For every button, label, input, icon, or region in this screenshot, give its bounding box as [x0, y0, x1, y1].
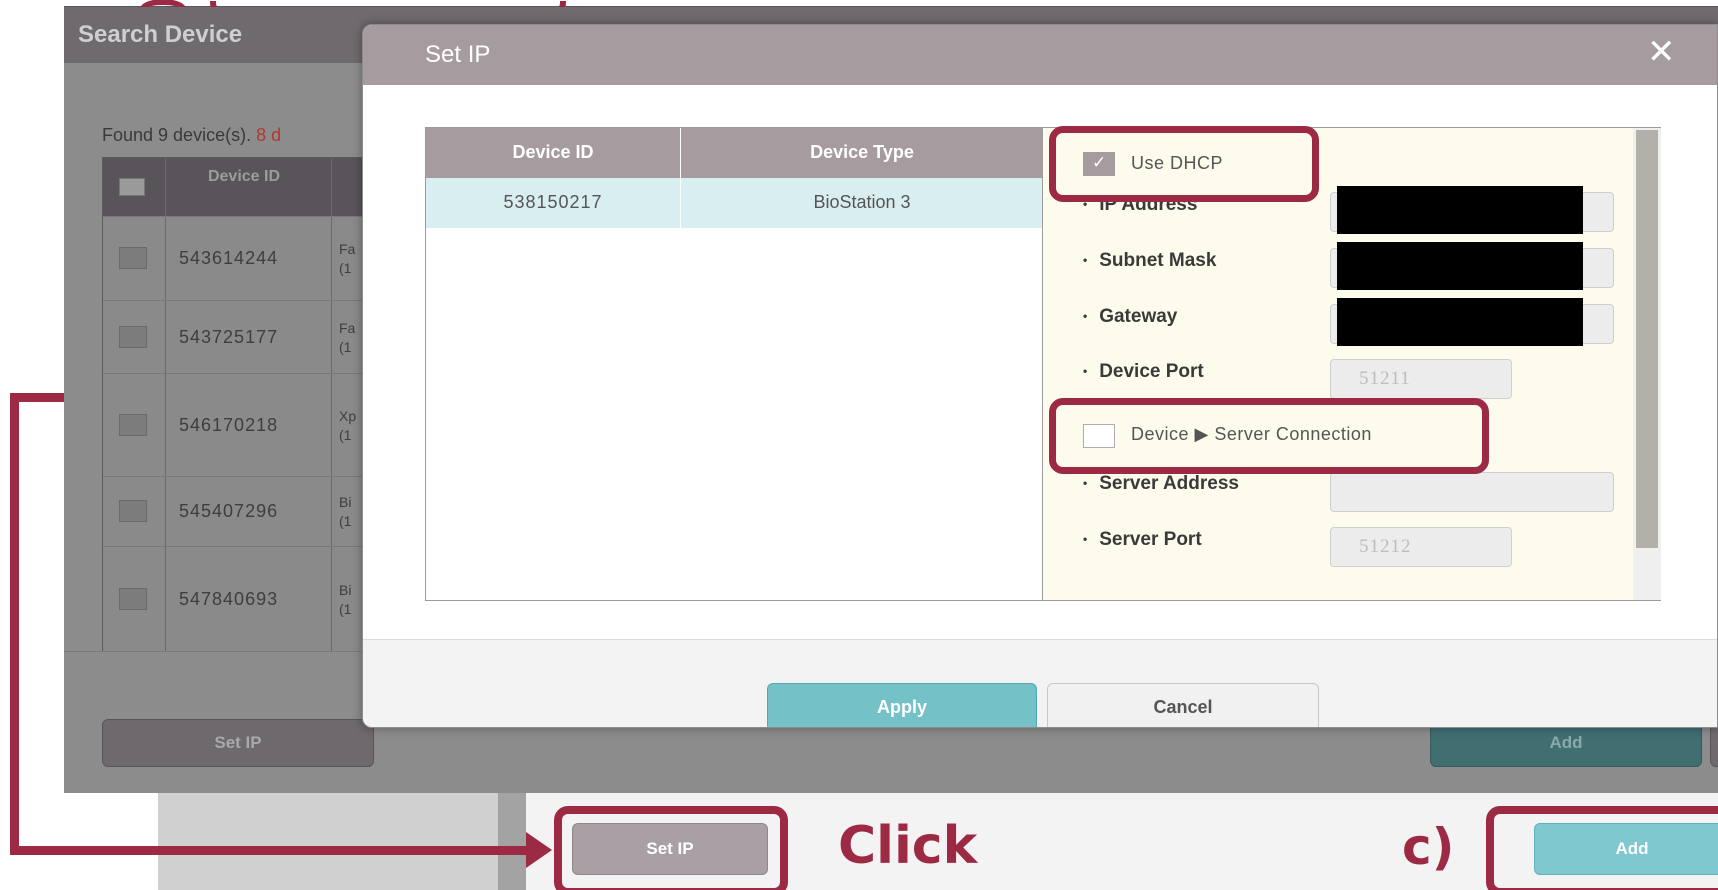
device-id-cell: 546170218: [179, 414, 279, 435]
set-ip-button-background[interactable]: Set IP: [102, 719, 374, 767]
set-ip-callout-highlight: [554, 806, 788, 890]
select-all-checkbox[interactable]: [119, 178, 145, 196]
connector-line-bottom: [10, 846, 530, 855]
table-row[interactable]: 546170218 Xp (1: [103, 373, 401, 476]
device-port-label: Device Port: [1083, 361, 1204, 383]
network-settings-panel: Use DHCP IP Address Subnet Mask Gateway …: [1043, 126, 1633, 600]
set-ip-modal: Set IP ✕ Device ID Device Type 538150217…: [362, 24, 1718, 728]
row-checkbox[interactable]: [119, 588, 147, 610]
row-checkbox[interactable]: [119, 500, 147, 522]
modal-header: Set IP ✕: [363, 25, 1717, 85]
search-device-title: Search Device: [78, 21, 243, 48]
table-row[interactable]: 545407296 Bi (1: [103, 476, 401, 546]
redaction-block: [1337, 186, 1583, 234]
device-table-header: Device ID: [103, 158, 401, 216]
table-row[interactable]: 543614244 Fa (1: [103, 216, 401, 300]
gateway-label: Gateway: [1083, 306, 1177, 328]
modal-body: Device ID Device Type 538150217 BioStati…: [425, 126, 1661, 601]
device-port-input[interactable]: 51211: [1330, 359, 1512, 399]
row-checkbox[interactable]: [119, 413, 147, 436]
scrollbar-thumb[interactable]: [1636, 130, 1658, 548]
device-id-cell: 545407296: [179, 501, 279, 521]
device-type-cell: Bi (1: [339, 582, 352, 617]
modal-table-header: Device ID Device Type: [426, 128, 1042, 178]
device-id-cell: 543614244: [179, 248, 279, 268]
table-row[interactable]: 547840693 Bi (1: [103, 546, 401, 652]
close-icon[interactable]: ✕: [1647, 35, 1676, 69]
device-list-table: Device ID 543614244 Fa (1 543725177 Fa (1 54…: [102, 157, 402, 698]
step-label-annotation: c): [1402, 818, 1455, 876]
device-id-cell: 538150217: [503, 192, 603, 212]
row-checkbox[interactable]: [119, 247, 147, 269]
table-row[interactable]: 538150217 BioStation 3: [426, 178, 1042, 228]
column-divider: [680, 128, 681, 228]
bottom-divider: [498, 790, 526, 890]
bottom-left-area: [158, 790, 498, 890]
device-type-cell: BioStation 3: [813, 192, 911, 212]
column-header-device-id: Device ID: [207, 168, 281, 185]
add-callout-highlight: [1486, 806, 1718, 890]
tutorial-screenshot: Set IP Add Click c) Search Device Found …: [0, 0, 1718, 890]
found-count-text: Found 9 device(s).: [102, 125, 257, 145]
apply-button[interactable]: Apply: [767, 683, 1037, 727]
server-port-input[interactable]: 51212: [1330, 527, 1512, 567]
server-address-input[interactable]: [1330, 472, 1614, 512]
connector-arrowhead-icon: [526, 832, 552, 868]
redaction-block: [1337, 242, 1583, 290]
subnet-mask-label: Subnet Mask: [1083, 250, 1216, 272]
modal-footer: [363, 639, 1717, 727]
click-annotation: Click: [838, 816, 978, 876]
column-header-device-id: Device ID: [512, 142, 594, 162]
modal-title: Set IP: [425, 41, 491, 68]
device-type-cell: Xp (1: [339, 407, 357, 443]
settings-scrollbar[interactable]: [1633, 128, 1661, 600]
found-devices-text: Found 9 device(s). 8 d: [102, 125, 281, 146]
connector-line-top: [10, 393, 66, 402]
device-id-cell: 543725177: [179, 326, 279, 347]
device-type-cell: Bi (1: [339, 494, 352, 529]
table-row[interactable]: 543725177 Fa (1: [103, 300, 401, 373]
use-dhcp-highlight: [1049, 126, 1319, 202]
device-id-cell: 547840693: [179, 589, 279, 609]
device-type-cell: Fa (1: [339, 241, 356, 276]
server-port-label: Server Port: [1083, 529, 1201, 551]
found-highlight-text: 8 d: [256, 125, 282, 145]
connector-line-vertical: [10, 393, 19, 855]
server-connection-highlight: [1049, 398, 1489, 474]
server-address-label: Server Address: [1083, 473, 1239, 495]
column-header-device-type: Device Type: [810, 142, 914, 162]
row-checkbox[interactable]: [119, 325, 147, 348]
redaction-block: [1337, 298, 1583, 346]
cancel-button[interactable]: Cancel: [1047, 683, 1319, 727]
device-type-cell: Fa (1: [339, 319, 356, 355]
